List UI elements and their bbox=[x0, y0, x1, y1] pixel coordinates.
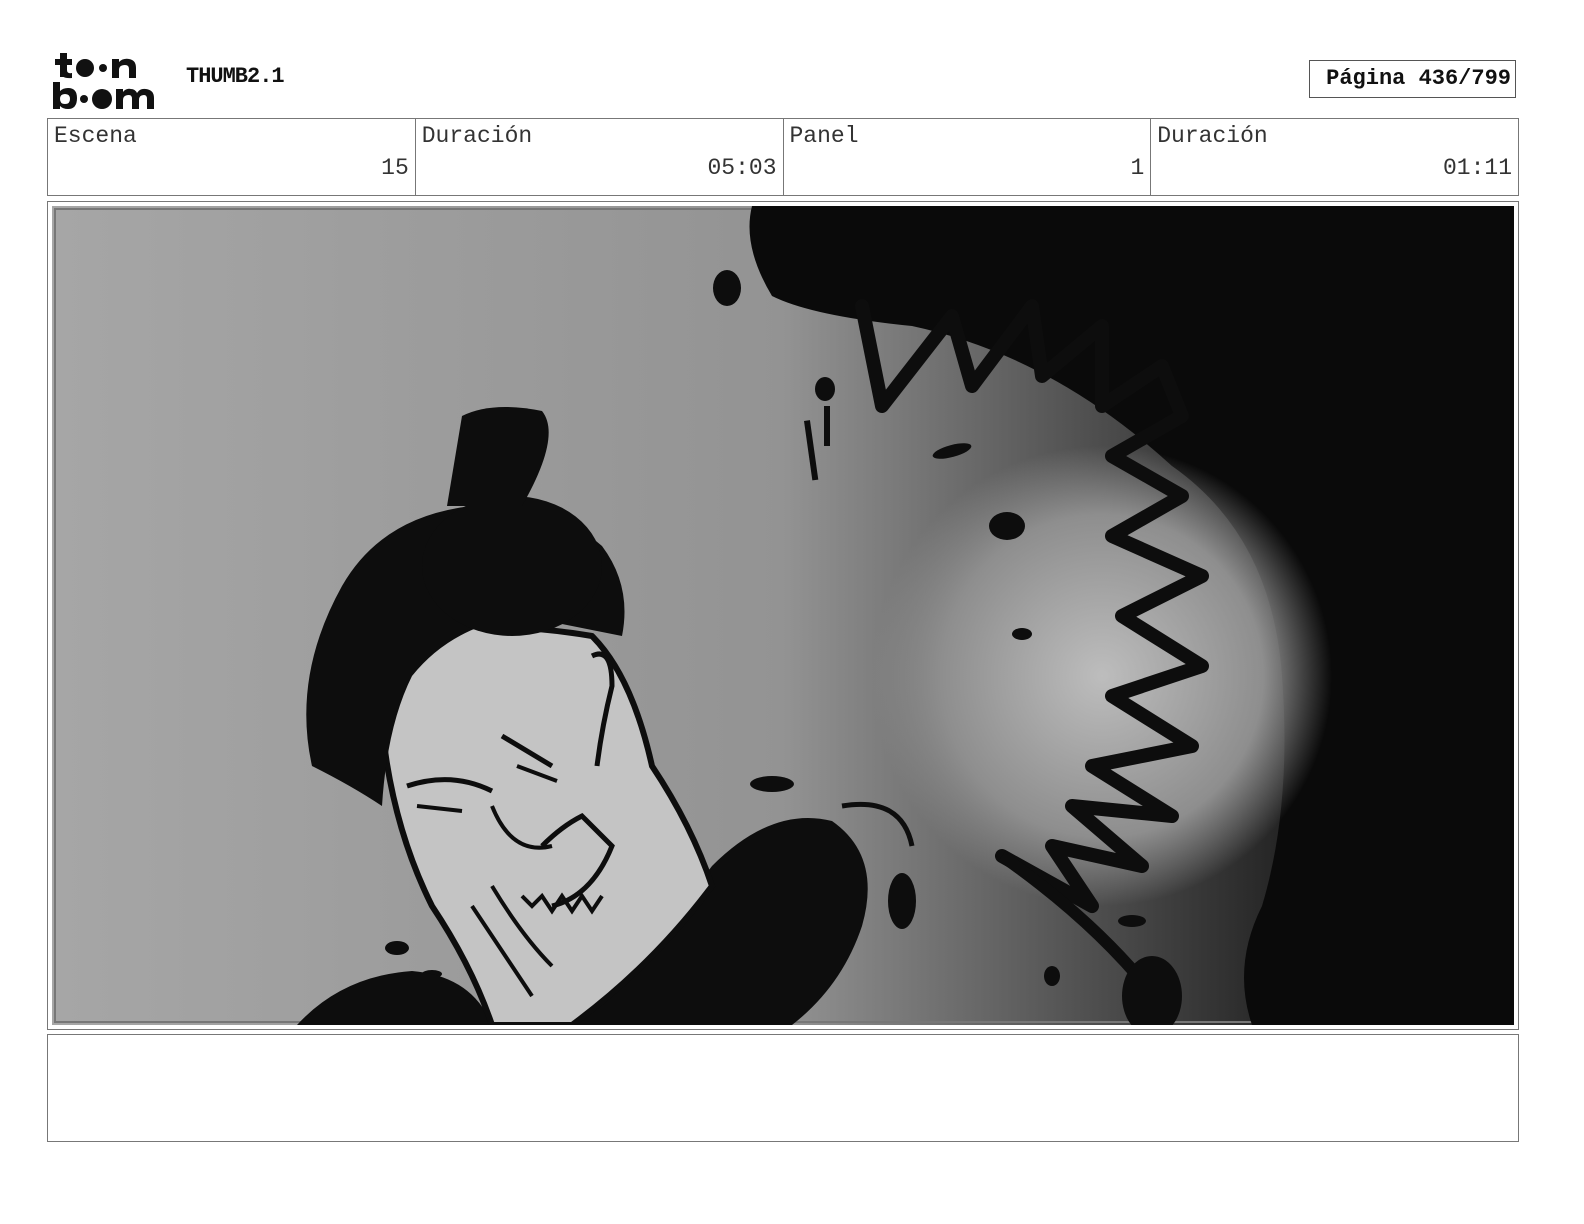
scene-duration-label: Duración bbox=[421, 123, 533, 149]
panel-cell: Panel 1 bbox=[784, 119, 1152, 195]
panel-duration-cell: Duración 01:11 bbox=[1151, 119, 1518, 195]
storyboard-panel-frame bbox=[47, 201, 1519, 1030]
scene-info-row: Escena 15 Duración 05:03 Panel 1 Duració… bbox=[47, 118, 1519, 196]
document-title: THUMB2.1 bbox=[186, 64, 285, 89]
scene-cell: Escena 15 bbox=[48, 119, 416, 195]
storyboard-panel-image bbox=[52, 206, 1514, 1025]
scene-value: 15 bbox=[381, 155, 409, 181]
page-indicator: Página 436/799 bbox=[1309, 60, 1516, 98]
panel-label: Panel bbox=[789, 123, 859, 149]
panel-duration-value: 01:11 bbox=[1442, 155, 1512, 181]
toon-boom-logo bbox=[53, 53, 154, 109]
scene-duration-cell: Duración 05:03 bbox=[416, 119, 784, 195]
scene-duration-value: 05:03 bbox=[707, 155, 777, 181]
panel-value: 1 bbox=[1130, 155, 1145, 181]
panel-notes-box[interactable] bbox=[47, 1034, 1519, 1142]
scene-label: Escena bbox=[54, 123, 137, 149]
panel-duration-label: Duración bbox=[1157, 123, 1268, 149]
